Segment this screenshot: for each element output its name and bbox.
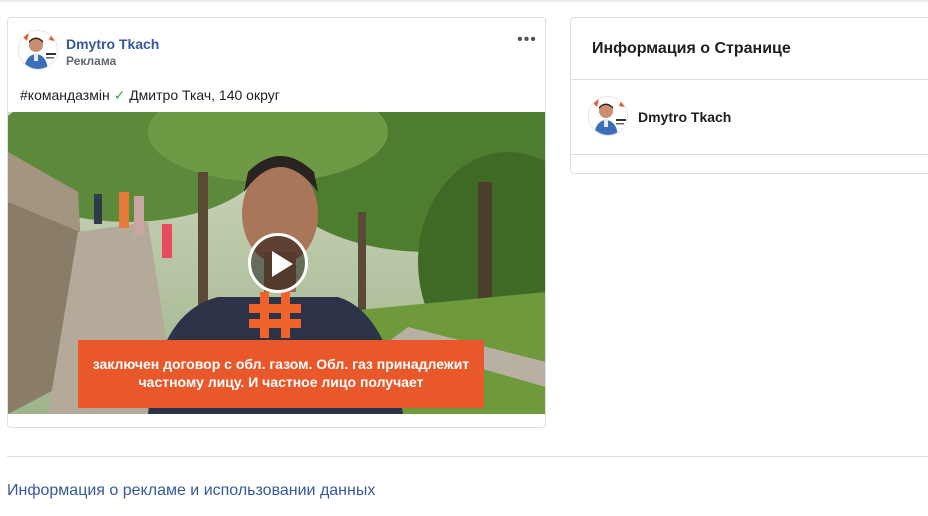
checkmark-icon: ✓ [113, 87, 126, 103]
ad-data-info-link[interactable]: Информация о рекламе и использовании дан… [7, 482, 375, 500]
subtitle-line-1: заключен договор с обл. газом. Обл. газ … [92, 356, 470, 372]
author-name-link[interactable]: Dmytro Tkach [66, 36, 159, 52]
play-icon[interactable] [248, 233, 308, 293]
footer-divider [7, 456, 928, 457]
post-text-body: Дмитро Ткач, 140 округ [125, 87, 280, 103]
hashtag-link[interactable]: #командазмін [20, 87, 110, 103]
video-subtitle: заключен договор с обл. газом. Обл. газ … [78, 340, 484, 408]
sponsored-label[interactable]: Реклама [66, 54, 116, 68]
avatar-image [19, 31, 57, 69]
divider [571, 154, 928, 155]
post-text: #командазмін ✓ Дмитро Ткач, 140 округ [20, 87, 280, 104]
page-info-card: Информация о Странице Dmytro Tkach [570, 17, 928, 174]
page-avatar-image [589, 97, 627, 135]
subtitle-line-2: частному лицу. И частное лицо получает [138, 374, 424, 390]
top-divider [0, 0, 928, 2]
page-name-link[interactable]: Dmytro Tkach [638, 109, 731, 125]
author-avatar[interactable] [18, 30, 58, 70]
divider [571, 79, 928, 80]
video-player[interactable]: заключен договор с обл. газом. Обл. газ … [8, 112, 545, 414]
page-info-title: Информация о Странице [592, 40, 791, 57]
sponsored-post-card: Dmytro Tkach Реклама ••• #командазмін ✓ … [7, 17, 546, 428]
post-header: Dmytro Tkach Реклама ••• [18, 30, 538, 72]
page-avatar[interactable] [588, 96, 628, 136]
more-options-icon[interactable]: ••• [516, 32, 538, 54]
